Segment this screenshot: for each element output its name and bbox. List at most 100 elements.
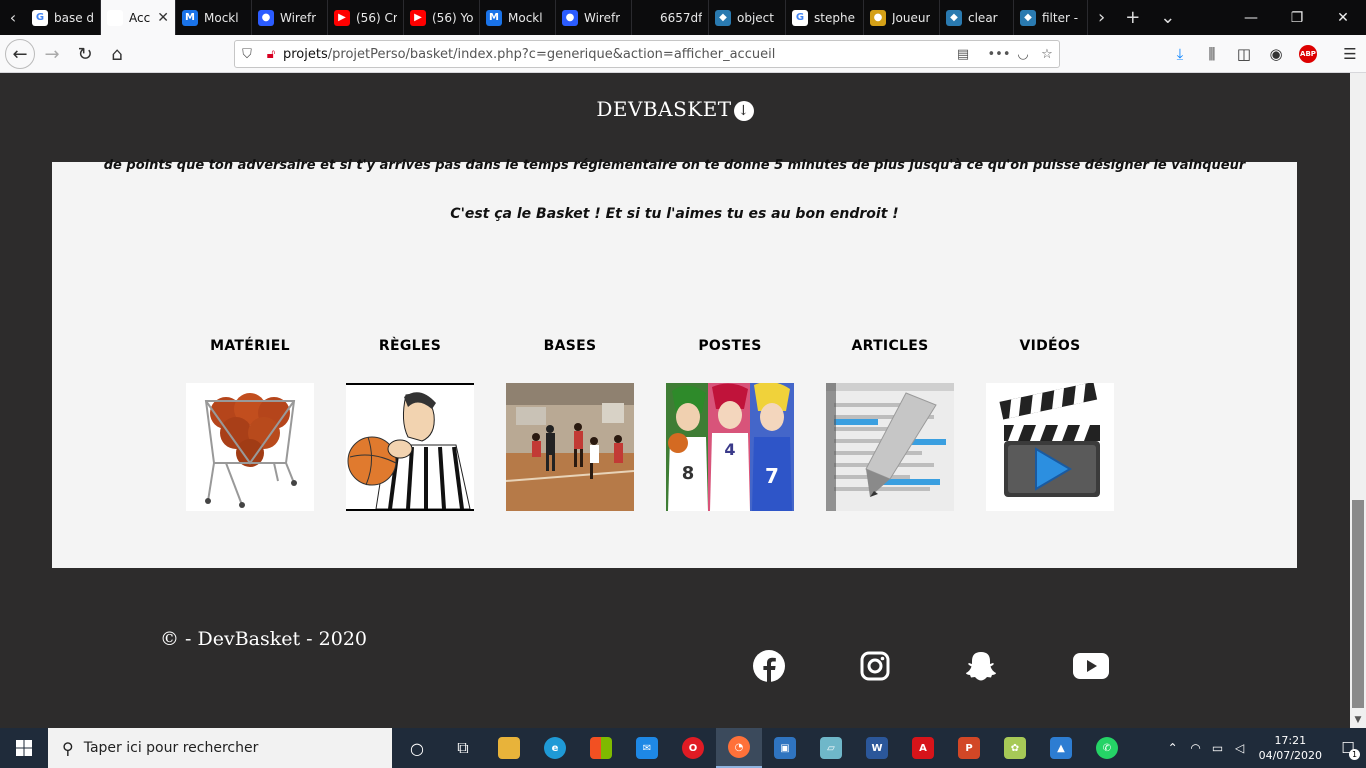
tab-scroll-right-icon[interactable]: ›	[1088, 0, 1115, 35]
browser-tab[interactable]: ● Joueur	[864, 0, 940, 35]
sticky-app-icon[interactable]: ▱	[808, 728, 854, 768]
task-view-icon[interactable]: ⧉	[440, 728, 486, 768]
cortana-icon[interactable]: ○	[394, 728, 440, 768]
virtualbox-icon[interactable]: ▣	[762, 728, 808, 768]
account-icon[interactable]: ◉	[1260, 35, 1292, 73]
browser-tab[interactable]: Gbase d	[26, 0, 101, 35]
category-videos[interactable]: VIDÉOS	[986, 338, 1114, 511]
close-tab-icon[interactable]: ✕	[157, 10, 169, 26]
tab-strip: ‹ Gbase d Accuei ✕ M Mockl ● Wirefr ▶ (56) Cr ▶ (5…	[0, 0, 1366, 35]
category-title: POSTES	[698, 338, 762, 354]
taskbar-search[interactable]: ⚲ Taper ici pour rechercher	[48, 728, 392, 768]
articles-image[interactable]	[826, 383, 954, 511]
browser-tab[interactable]: Accuei ✕	[101, 0, 176, 35]
page-actions-icon[interactable]: •••	[987, 42, 1011, 66]
url-host: projets	[283, 46, 328, 62]
photos-icon[interactable]: ▲	[1038, 728, 1084, 768]
site-logo[interactable]: DEVBASKET ↓	[0, 97, 1350, 121]
tab-title: base d	[54, 10, 94, 25]
browser-tab[interactable]: ◆ object	[709, 0, 786, 35]
menu-icon[interactable]: ☰	[1334, 35, 1366, 73]
browser-tab[interactable]: 6657df6ed	[632, 0, 709, 35]
browser-tab[interactable]: M Mockl	[480, 0, 556, 35]
acrobat-icon[interactable]: A	[900, 728, 946, 768]
svg-text:7: 7	[765, 464, 779, 488]
store-icon[interactable]	[578, 728, 624, 768]
pocket-icon[interactable]: ◡	[1011, 42, 1035, 66]
clock-date: 04/07/2020	[1258, 749, 1322, 762]
notification-icon[interactable]: ☐ 1	[1330, 728, 1366, 768]
edge-icon[interactable]: e	[532, 728, 578, 768]
whatsapp-icon[interactable]: ✆	[1084, 728, 1130, 768]
browser-tab[interactable]: ◆ filter -	[1014, 0, 1088, 35]
category-postes[interactable]: POSTES 4 7 8	[666, 338, 794, 511]
search-icon: ⚲	[62, 738, 74, 758]
battery-icon[interactable]: ▭	[1207, 728, 1229, 768]
bases-image[interactable]	[506, 383, 634, 511]
browser-tab[interactable]: ● Wirefr	[556, 0, 632, 35]
library-icon[interactable]: ⫼	[1196, 35, 1228, 73]
close-window-button[interactable]: ✕	[1320, 0, 1366, 35]
sidebar-icon[interactable]: ◫	[1228, 35, 1260, 73]
snapchat-icon[interactable]	[964, 649, 998, 683]
bookmark-star-icon[interactable]: ☆	[1035, 42, 1059, 66]
videos-image[interactable]	[986, 383, 1114, 511]
browser-tab[interactable]: ▶ (56) Cr	[328, 0, 404, 35]
back-button[interactable]: ←	[5, 39, 35, 69]
tab-scroll-left-icon[interactable]: ‹	[0, 0, 26, 35]
minimize-button[interactable]: —	[1228, 0, 1274, 35]
toolbar-right: ⤓ ⫼ ◫ ◉ ABP ☰	[1164, 35, 1366, 73]
photo-app-icon[interactable]: ✿	[992, 728, 1038, 768]
new-tab-button[interactable]: +	[1115, 0, 1150, 35]
word-icon[interactable]: W	[854, 728, 900, 768]
tab-favicon-icon: ●	[562, 9, 578, 26]
instagram-icon[interactable]	[858, 649, 892, 683]
download-icon[interactable]: ⤓	[1164, 35, 1196, 73]
shield-icon[interactable]: ⛉	[235, 42, 259, 66]
browser-tab[interactable]: ◆ clear	[940, 0, 1014, 35]
regles-image[interactable]	[346, 383, 474, 511]
tab-favicon-icon: ▶	[410, 9, 426, 26]
forward-button[interactable]: →	[37, 39, 67, 69]
category-bases[interactable]: BASES	[506, 338, 634, 511]
page-scrollbar[interactable]: ▼	[1350, 73, 1366, 728]
materiel-image[interactable]	[186, 383, 314, 511]
category-articles[interactable]: ARTICLES	[826, 338, 954, 511]
wifi-icon[interactable]: ◠	[1185, 728, 1207, 768]
tab-list-dropdown-icon[interactable]: ⌄	[1150, 0, 1185, 35]
youtube-icon[interactable]	[1072, 649, 1110, 683]
tab-list: Gbase d Accuei ✕ M Mockl ● Wirefr ▶ (56) Cr ▶ (56)…	[26, 0, 1088, 35]
browser-tab[interactable]: ▶ (56) Yo	[404, 0, 480, 35]
url-text[interactable]: projets/projetPerso/basket/index.php?c=g…	[283, 47, 775, 62]
category-title: BASES	[543, 338, 597, 354]
firefox-icon[interactable]: ◔	[716, 728, 762, 768]
browser-tab[interactable]: M Mockl	[176, 0, 252, 35]
scroll-down-arrow-icon[interactable]: ↓	[733, 100, 754, 121]
start-button[interactable]	[0, 728, 48, 768]
maximize-button[interactable]: ❐	[1274, 0, 1320, 35]
browser-tab[interactable]: Gstephe	[786, 0, 864, 35]
reload-button[interactable]: ↻	[70, 39, 100, 69]
insecure-lock-icon[interactable]: 🔓︎	[259, 42, 283, 66]
tray-expand-icon[interactable]: ⌃	[1161, 728, 1185, 768]
mail-icon[interactable]: ✉	[624, 728, 670, 768]
category-materiel[interactable]: MATÉRIEL	[186, 338, 314, 511]
intro-paragraph: de points que ton adversaire et si t'y a…	[103, 158, 1246, 173]
powerpoint-icon[interactable]: P	[946, 728, 992, 768]
browser-tab[interactable]: ● Wirefr	[252, 0, 328, 35]
facebook-icon[interactable]	[752, 649, 786, 683]
postes-image[interactable]: 4 7 8	[666, 383, 794, 511]
home-button[interactable]: ⌂	[102, 39, 132, 69]
file-explorer-icon[interactable]	[486, 728, 532, 768]
search-placeholder: Taper ici pour rechercher	[83, 740, 259, 756]
url-bar[interactable]: ⛉ 🔓︎ projets/projetPerso/basket/index.ph…	[234, 40, 1060, 68]
reader-view-icon[interactable]: ▤	[951, 42, 975, 66]
scroll-down-icon[interactable]: ▼	[1350, 712, 1366, 728]
scrollbar-thumb[interactable]	[1352, 500, 1364, 708]
volume-icon[interactable]: ◁	[1229, 728, 1251, 768]
opera-icon[interactable]: O	[670, 728, 716, 768]
category-regles[interactable]: RÈGLES	[346, 338, 474, 511]
clock[interactable]: 17:21 04/07/2020	[1251, 733, 1330, 763]
svg-text:8: 8	[682, 463, 695, 484]
adblock-icon[interactable]: ABP	[1292, 35, 1324, 73]
